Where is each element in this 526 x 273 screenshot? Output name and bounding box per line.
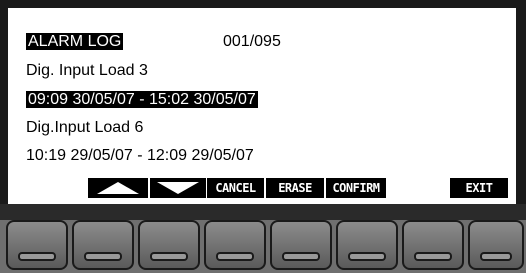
screen-title: ALARM LOG [26, 33, 124, 50]
alarm-entry-period-selected[interactable]: 09:09 30/05/07 - 15:02 30/05/07 [26, 90, 258, 110]
display-bezel-top [0, 0, 526, 8]
softkey-labels: CANCEL ERASE CONFIRM EXIT [8, 178, 516, 198]
alarm-entry-name: Dig.Input Load 6 [26, 119, 144, 136]
function-key-1[interactable] [6, 220, 68, 270]
function-key-7[interactable] [402, 220, 464, 270]
up-arrow-icon [97, 182, 139, 194]
function-key-4[interactable] [204, 220, 266, 270]
alarm-entry-name: Dig. Input Load 3 [26, 62, 148, 79]
softkey-down[interactable] [150, 178, 206, 198]
panel-band [0, 204, 526, 220]
record-counter: 001/095 [223, 33, 281, 50]
function-key-5[interactable] [270, 220, 332, 270]
down-arrow-icon [157, 182, 199, 194]
softkey-confirm[interactable]: CONFIRM [326, 178, 386, 198]
softkey-up[interactable] [88, 178, 148, 198]
function-key-6[interactable] [336, 220, 398, 270]
softkey-cancel[interactable]: CANCEL [207, 178, 264, 198]
function-key-8[interactable] [468, 220, 524, 270]
lcd-screen: ALARM LOG 001/095 Dig. Input Load 3 09:0… [8, 8, 516, 204]
softkey-exit[interactable]: EXIT [450, 178, 508, 198]
function-key-3[interactable] [138, 220, 200, 270]
keypad-panel [0, 204, 526, 273]
function-key-2[interactable] [72, 220, 134, 270]
softkey-erase[interactable]: ERASE [266, 178, 324, 198]
alarm-entry-period[interactable]: 10:19 29/05/07 - 12:09 29/05/07 [26, 146, 254, 166]
